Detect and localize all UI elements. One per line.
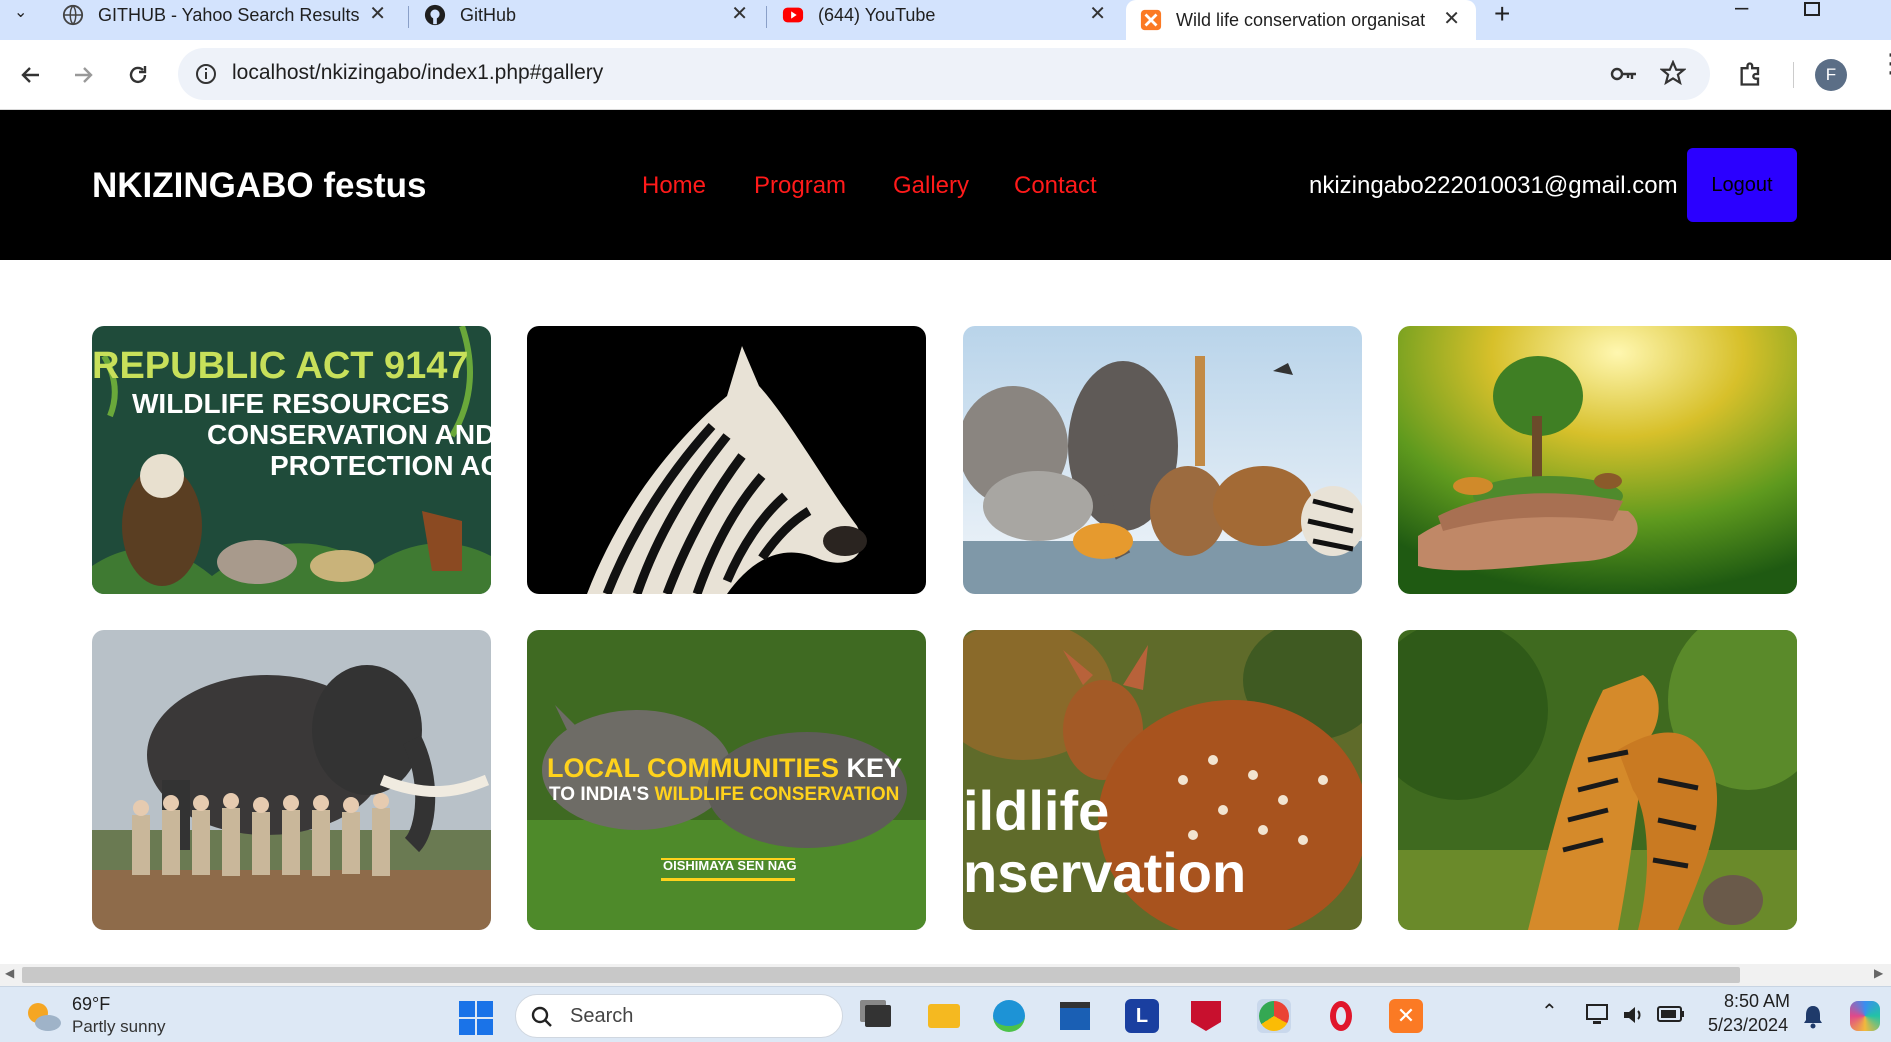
img6-line2: TO INDIA'S WILDLIFE CONSERVATION	[549, 784, 899, 805]
globe-icon	[62, 4, 84, 26]
notification-bell-icon[interactable]	[1801, 1003, 1825, 1029]
profile-initial: F	[1825, 65, 1837, 84]
img6-line1-yellow: LOCAL COMMUNITIES	[547, 753, 839, 783]
site-info-icon[interactable]	[194, 62, 218, 86]
xampp-taskbar-icon[interactable]: ✕	[1389, 999, 1423, 1033]
clock-date[interactable]: 5/23/2024	[1708, 1015, 1788, 1036]
tab-search-chevron-icon[interactable]: ⌄	[14, 2, 40, 26]
weather-desc[interactable]: Partly sunny	[72, 1017, 166, 1037]
nav-contact[interactable]: Contact	[1014, 172, 1097, 200]
windows-taskbar: 69°F Partly sunny Search L ✕ ⌃ 8:50 AM 5…	[0, 986, 1891, 1042]
weather-temp[interactable]: 69°F	[72, 994, 110, 1015]
gallery-image-elephant-statue[interactable]	[92, 630, 491, 930]
img6-line2-white: TO INDIA'S	[549, 784, 655, 805]
new-tab-icon[interactable]: +	[1494, 0, 1510, 30]
img6-line1: LOCAL COMMUNITIES KEY	[547, 753, 902, 783]
img6-line2-yellow: WILDLIFE CONSERVATION	[655, 784, 900, 805]
nav-gallery[interactable]: Gallery	[893, 172, 969, 200]
tab-title: GITHUB - Yahoo Search Results	[98, 4, 360, 25]
site-header: NKIZINGABO festus Home Program Gallery C…	[0, 110, 1891, 260]
clock-time[interactable]: 8:50 AM	[1724, 991, 1790, 1012]
tab-title: GitHub	[460, 4, 517, 25]
search-icon	[531, 1006, 552, 1027]
gallery-image-zebra[interactable]	[527, 326, 926, 594]
tab-youtube[interactable]: (644) YouTube ✕	[782, 0, 1122, 30]
weather-partly-sunny-icon[interactable]	[24, 999, 62, 1033]
youtube-icon	[782, 7, 804, 23]
opera-icon[interactable]	[1324, 999, 1358, 1033]
task-view-icon[interactable]	[861, 999, 895, 1033]
reload-icon[interactable]	[123, 60, 153, 90]
tab-wildlife-active[interactable]: Wild life conservation organisat ✕	[1126, 0, 1476, 40]
file-explorer-icon[interactable]	[927, 999, 961, 1033]
user-email: nkizingabo222010031@gmail.com	[1309, 172, 1678, 199]
address-bar[interactable]: localhost/nkizingabo/index1.php#gallery	[178, 48, 1710, 100]
github-icon	[424, 4, 446, 26]
gallery-image-hands-tree[interactable]	[1398, 326, 1797, 594]
close-tab-icon[interactable]: ✕	[1443, 6, 1460, 31]
img1-line1: REPUBLIC ACT 9147	[92, 345, 469, 387]
gallery-image-deer[interactable]: ildlife nservation	[963, 630, 1362, 930]
tab-yahoo-search[interactable]: GITHUB - Yahoo Search Results ✕	[62, 0, 402, 30]
browser-toolbar: localhost/nkizingabo/index1.php#gallery …	[0, 40, 1891, 110]
scroll-left-arrow-icon[interactable]: ◀	[5, 966, 14, 980]
close-tab-icon[interactable]: ✕	[369, 1, 386, 26]
gallery-image-wildlife-act[interactable]: REPUBLIC ACT 9147 WILDLIFE RESOURCES CON…	[92, 326, 491, 594]
xampp-icon	[1140, 9, 1162, 31]
battery-icon[interactable]	[1657, 1005, 1685, 1023]
taskbar-search[interactable]: Search	[515, 994, 843, 1038]
gallery-image-tigers[interactable]	[1398, 630, 1797, 930]
restore-icon[interactable]	[1804, 2, 1820, 16]
img1-line3: CONSERVATION AND	[207, 419, 491, 450]
network-icon[interactable]	[1585, 1003, 1611, 1027]
url-text[interactable]: localhost/nkizingabo/index1.php#gallery	[232, 61, 603, 85]
app-l-icon[interactable]: L	[1125, 999, 1159, 1033]
forward-icon[interactable]	[68, 60, 98, 90]
horizontal-scrollbar[interactable]: ◀ ▶	[0, 964, 1891, 986]
logout-button[interactable]: Logout	[1687, 148, 1797, 222]
img6-line1-white: KEY	[839, 753, 902, 783]
nav-home[interactable]: Home	[642, 172, 706, 200]
gallery-image-rhinos[interactable]: LOCAL COMMUNITIES KEY TO INDIA'S WILDLIF…	[527, 630, 926, 930]
bookmark-star-icon[interactable]	[1660, 60, 1686, 86]
gallery-image-animals-group[interactable]	[963, 326, 1362, 594]
img6-author: OISHIMAYA SEN NAG	[663, 858, 797, 873]
back-icon[interactable]	[16, 60, 46, 90]
tab-title: (644) YouTube	[818, 4, 936, 25]
close-tab-icon[interactable]: ✕	[731, 1, 748, 26]
windows-start-icon[interactable]	[459, 1001, 493, 1035]
tab-title: Wild life conservation organisat	[1176, 9, 1426, 30]
browser-tab-strip: ⌄ GITHUB - Yahoo Search Results ✕ GitHub…	[0, 0, 1891, 40]
chrome-icon[interactable]	[1257, 999, 1291, 1033]
profile-avatar[interactable]: F	[1815, 59, 1847, 91]
copilot-icon[interactable]	[1850, 1001, 1880, 1031]
password-key-icon[interactable]	[1610, 62, 1638, 86]
img1-line4: PROTECTION AC	[270, 450, 491, 481]
scroll-right-arrow-icon[interactable]: ▶	[1874, 966, 1883, 980]
mcafee-icon[interactable]	[1189, 999, 1223, 1033]
microsoft-store-icon[interactable]	[1058, 999, 1092, 1033]
img7-line2: nservation	[963, 841, 1246, 904]
img1-line2: WILDLIFE RESOURCES	[132, 388, 449, 419]
extensions-puzzle-icon[interactable]	[1737, 60, 1765, 88]
nav-program[interactable]: Program	[754, 172, 846, 200]
tab-github[interactable]: GitHub ✕	[424, 0, 764, 30]
edge-browser-icon[interactable]	[992, 999, 1026, 1033]
tray-overflow-icon[interactable]: ⌃	[1541, 999, 1558, 1024]
img7-line1: ildlife	[963, 779, 1109, 842]
menu-kebab-icon[interactable]: ⋮	[1878, 50, 1891, 76]
minimize-icon[interactable]: –	[1735, 0, 1748, 22]
scrollbar-thumb[interactable]	[22, 967, 1740, 983]
site-brand: NKIZINGABO festus	[92, 166, 427, 205]
volume-icon[interactable]	[1621, 1003, 1645, 1027]
close-tab-icon[interactable]: ✕	[1089, 1, 1106, 26]
taskbar-search-label: Search	[570, 1005, 634, 1027]
